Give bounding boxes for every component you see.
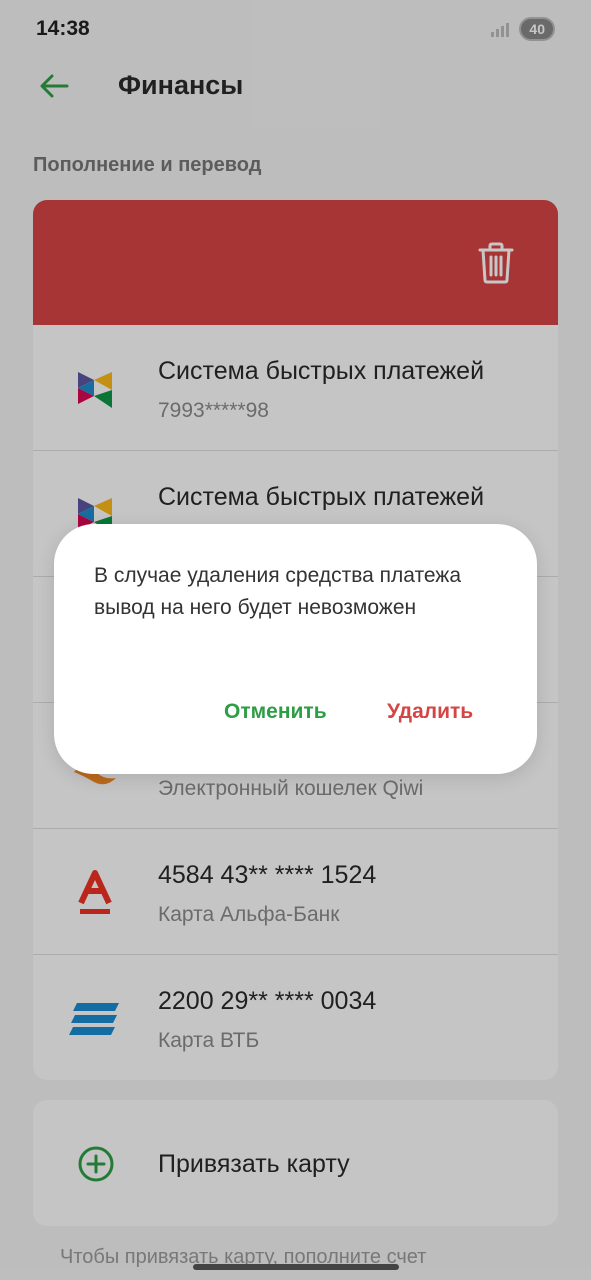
home-indicator[interactable] [193, 1264, 399, 1270]
dialog-message: В случае удаления средства платежа вывод… [94, 564, 462, 619]
delete-button[interactable]: Удалить [387, 700, 473, 724]
delete-confirm-dialog: В случае удаления средства платежа вывод… [54, 524, 537, 774]
cancel-button[interactable]: Отменить [224, 700, 327, 724]
